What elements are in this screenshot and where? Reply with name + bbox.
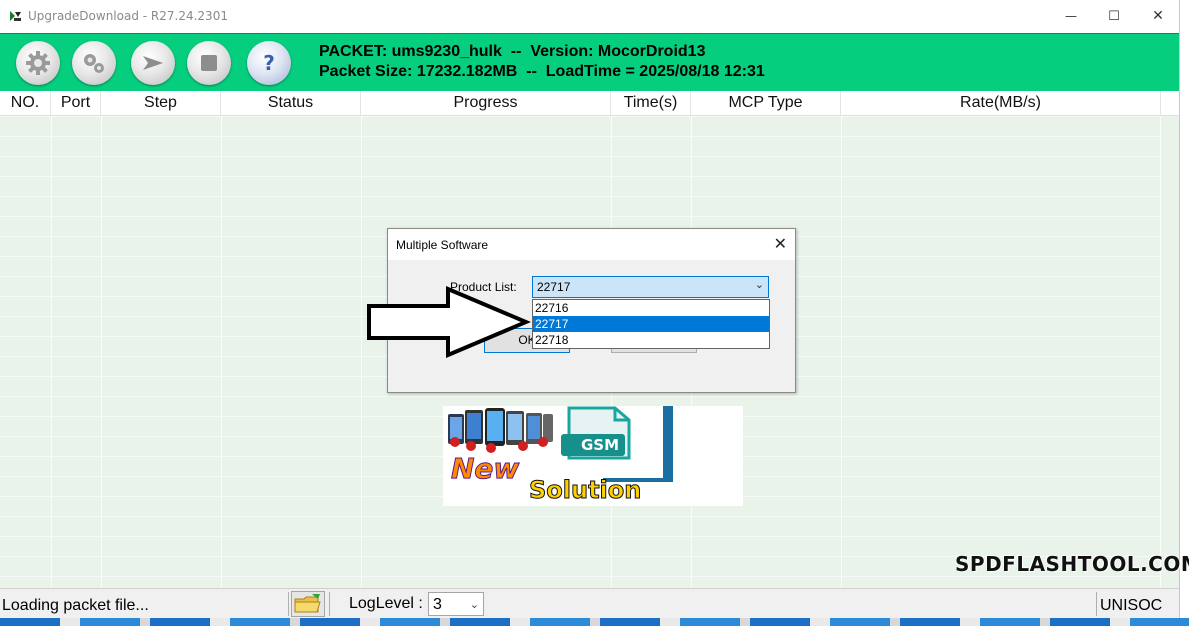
question-icon: ?: [263, 51, 275, 75]
status-divider: [288, 592, 289, 616]
minimize-button[interactable]: —: [1048, 0, 1094, 32]
status-bar: Loading packet file... LogLevel : 3 ⌄ UN…: [0, 588, 1179, 619]
help-button[interactable]: ?: [247, 41, 291, 85]
window-title: UpgradeDownload - R27.24.2301: [28, 9, 228, 23]
folder-icon: [294, 594, 321, 613]
col-port[interactable]: Port: [51, 91, 101, 115]
grid-divider: [361, 116, 362, 588]
product-list-combo[interactable]: 22717 ⌄: [532, 276, 769, 298]
dialog-close-button[interactable]: ✕: [774, 234, 787, 253]
svg-text:?: ?: [263, 51, 275, 75]
logo-badge-text: GSM: [581, 436, 620, 454]
status-divider: [329, 592, 330, 616]
dialog-title-bar: Multiple Software ✕: [388, 229, 795, 260]
gears-icon: [84, 54, 104, 73]
col-mcp-type[interactable]: MCP Type: [691, 91, 841, 115]
packet-line: PACKET: ums9230_hulk -- Version: MocorDr…: [319, 43, 706, 60]
status-text: Loading packet file...: [2, 597, 149, 614]
stop-button[interactable]: [187, 41, 231, 85]
title-bar: UpgradeDownload - R27.24.2301 — ☐ ✕: [0, 0, 1179, 33]
grid-divider: [1160, 116, 1161, 588]
close-button[interactable]: ✕: [1135, 0, 1181, 32]
start-button[interactable]: [131, 41, 175, 85]
loglevel-label: LogLevel :: [349, 595, 423, 612]
col-rate[interactable]: Rate(MB/s): [841, 91, 1161, 115]
loglevel-value: 3: [433, 596, 442, 613]
dialog-title: Multiple Software: [396, 238, 489, 252]
grid-divider: [51, 116, 52, 588]
col-progress[interactable]: Progress: [361, 91, 611, 115]
new-solution-logo: GSM New Solution: [443, 406, 743, 506]
taskbar-strip: [0, 618, 1189, 626]
maximize-button[interactable]: ☐: [1091, 0, 1137, 32]
dropdown-option[interactable]: 22716: [533, 300, 769, 316]
dropdown-option[interactable]: 22718: [533, 332, 769, 348]
play-arrow-icon: [143, 56, 163, 70]
packet-size-line: Packet Size: 17232.182MB -- LoadTime = 2…: [319, 63, 765, 80]
grid-divider: [841, 116, 842, 588]
chip-vendor-label: UNISOC: [1100, 597, 1163, 614]
chevron-down-icon: ⌄: [754, 279, 764, 291]
load-packet-button[interactable]: [16, 41, 60, 85]
stop-icon: [201, 55, 217, 71]
app-window: UpgradeDownload - R27.24.2301 — ☐ ✕ ? PA…: [0, 0, 1189, 619]
settings-button[interactable]: [72, 41, 116, 85]
app-icon: [10, 11, 21, 21]
status-divider: [1096, 592, 1097, 616]
chevron-down-icon: ⌄: [469, 599, 479, 611]
packet-info: PACKET: ums9230_hulk -- Version: MocorDr…: [319, 42, 765, 82]
loglevel-select[interactable]: 3 ⌄: [428, 592, 484, 616]
open-folder-button[interactable]: [291, 591, 325, 617]
logo-solution-text: Solution: [528, 476, 642, 505]
watermark-text: SPDFLASHTOOL.COM: [955, 552, 1189, 576]
col-status[interactable]: Status: [221, 91, 361, 115]
gear-icon: [26, 51, 50, 75]
pointer-arrow-icon: [367, 286, 531, 358]
table-header: NO. Port Step Status Progress Time(s) MC…: [0, 91, 1179, 116]
col-no[interactable]: NO.: [0, 91, 51, 115]
dropdown-option-selected[interactable]: 22717: [533, 316, 769, 332]
grid-divider: [221, 116, 222, 588]
col-step[interactable]: Step: [101, 91, 221, 115]
col-time[interactable]: Time(s): [611, 91, 691, 115]
toolbar: ? PACKET: ums9230_hulk -- Version: Mocor…: [0, 33, 1179, 92]
logo-new-text: New: [450, 452, 520, 486]
product-list-value: 22717: [537, 280, 571, 294]
grid-divider: [101, 116, 102, 588]
product-dropdown-list: 22716 22717 22718: [532, 299, 770, 349]
